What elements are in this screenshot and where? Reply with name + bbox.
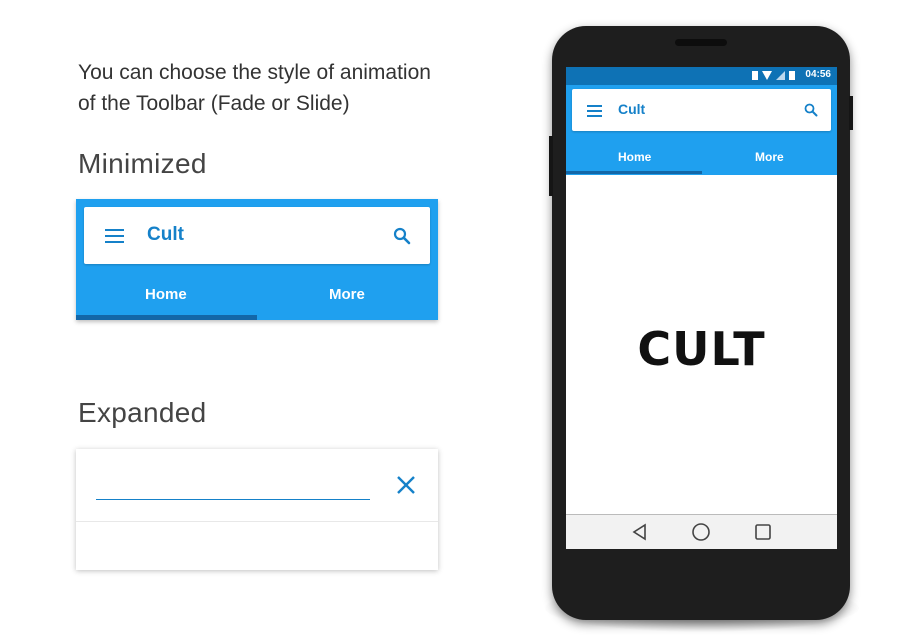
description-line-2: of the Toolbar (Fade or Slide) bbox=[78, 92, 350, 115]
search-icon[interactable] bbox=[393, 227, 411, 245]
tab-indicator bbox=[566, 171, 702, 174]
status-icons bbox=[752, 71, 795, 81]
status-bar: 04:56 bbox=[566, 67, 837, 85]
recents-icon[interactable] bbox=[753, 522, 773, 542]
minimized-toolbar-demo: Cult Home More bbox=[76, 199, 438, 320]
minimized-heading: Minimized bbox=[78, 148, 207, 179]
close-icon[interactable] bbox=[395, 474, 417, 496]
power-button bbox=[849, 96, 853, 130]
description-line-1: You can choose the style of animation bbox=[78, 61, 431, 84]
minimized-search-bar: Cult bbox=[84, 207, 430, 264]
tab-home[interactable]: Home bbox=[145, 286, 187, 303]
phone-screen: 04:56 Cult Home More CULT bbox=[566, 67, 837, 549]
tab-more[interactable]: More bbox=[755, 150, 784, 164]
tab-more[interactable]: More bbox=[329, 286, 365, 303]
description-text: You can choose the style of animation of… bbox=[78, 57, 498, 119]
back-icon[interactable] bbox=[630, 522, 650, 542]
search-icon[interactable] bbox=[804, 103, 818, 117]
expanded-toolbar-demo bbox=[76, 449, 438, 570]
phone-search-bar: Cult bbox=[572, 89, 831, 131]
status-time: 04:56 bbox=[805, 69, 831, 80]
menu-icon[interactable] bbox=[105, 229, 124, 243]
home-icon[interactable] bbox=[691, 522, 711, 542]
volume-button bbox=[549, 136, 553, 196]
divider bbox=[76, 521, 438, 522]
tab-indicator bbox=[76, 315, 257, 320]
expanded-heading: Expanded bbox=[78, 397, 207, 428]
wifi-icon bbox=[762, 71, 772, 80]
tab-home[interactable]: Home bbox=[618, 150, 651, 164]
toolbar-title: Cult bbox=[618, 101, 646, 117]
vibrate-icon bbox=[752, 71, 758, 80]
toolbar-title: Cult bbox=[147, 224, 184, 245]
menu-icon[interactable] bbox=[587, 105, 602, 117]
search-input[interactable] bbox=[96, 499, 370, 500]
cult-logo: CULT bbox=[637, 322, 766, 376]
phone-app-bar: Cult Home More bbox=[566, 85, 837, 175]
battery-icon bbox=[789, 71, 795, 80]
navigation-bar bbox=[566, 514, 837, 549]
phone-speaker bbox=[675, 39, 727, 46]
signal-icon bbox=[776, 71, 785, 80]
